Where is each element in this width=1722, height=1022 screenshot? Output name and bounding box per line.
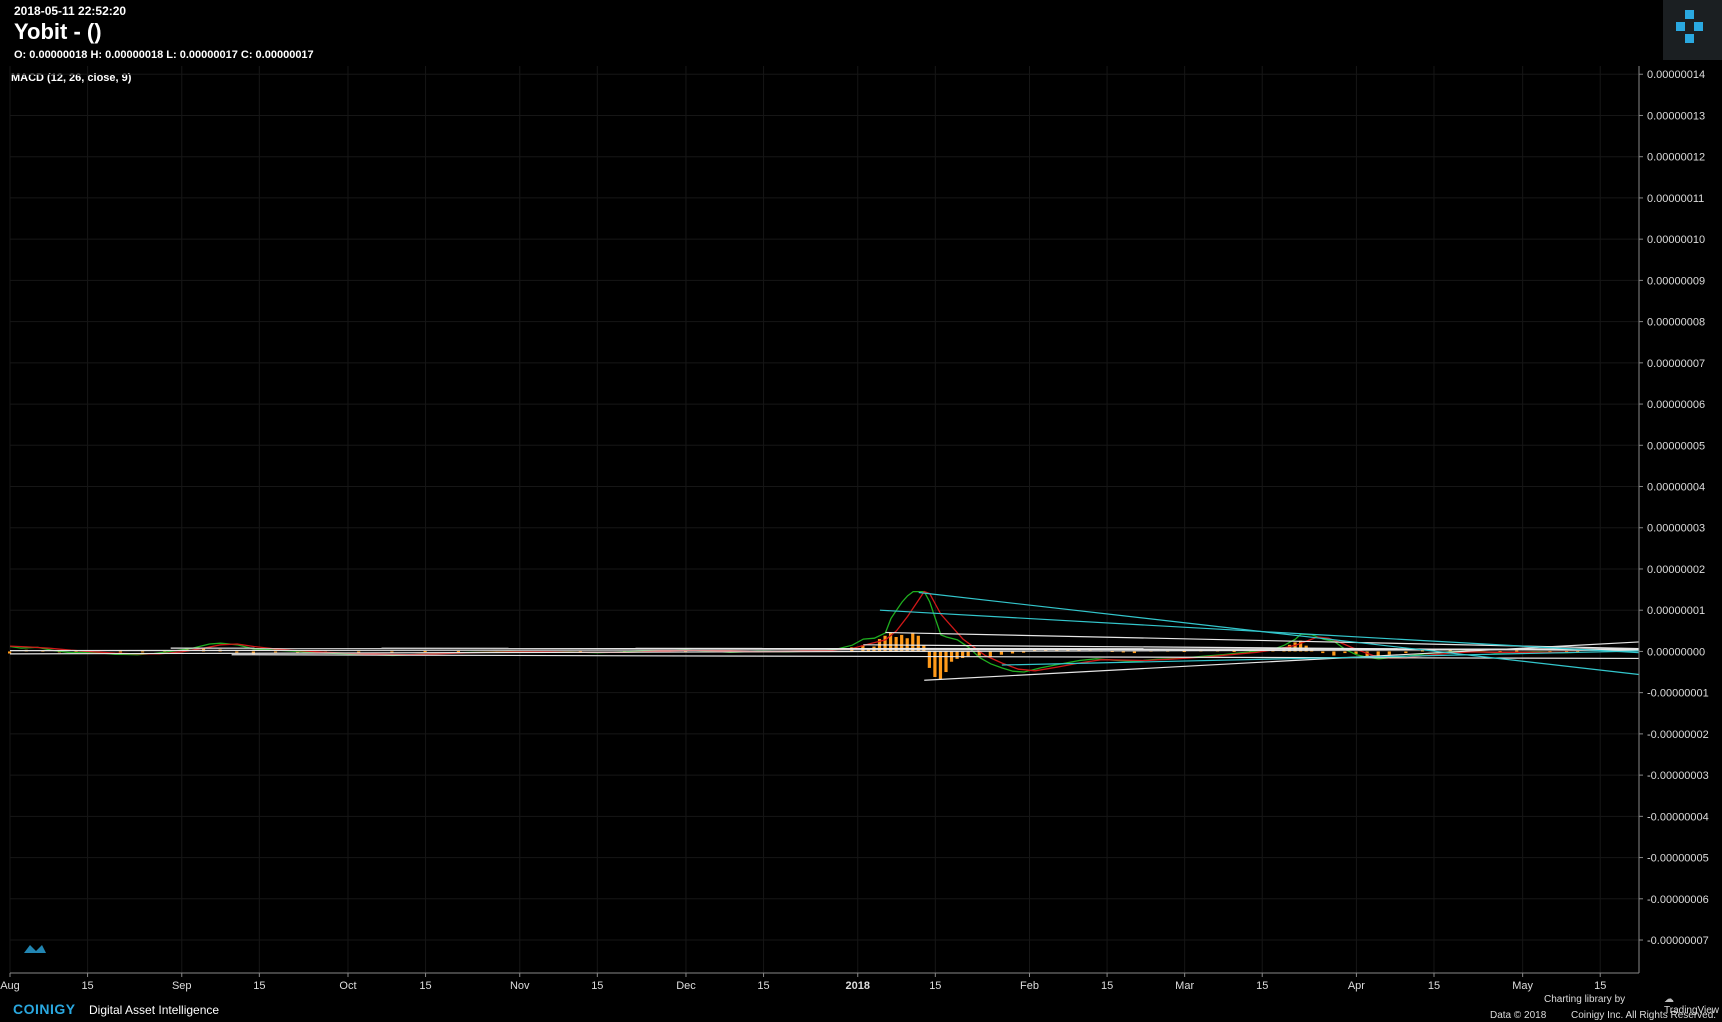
signal-line <box>9 590 1579 672</box>
trendline <box>918 591 1640 676</box>
chart-grid <box>9 66 1639 973</box>
histogram-bar <box>456 651 461 653</box>
y-tick-label: 0.00000006 <box>1647 399 1705 411</box>
histogram-bar <box>927 651 931 668</box>
x-tick-label: 15 <box>929 980 941 992</box>
y-tick-label: -0.00000003 <box>1647 770 1709 782</box>
y-tick-label: 0.00000010 <box>1647 234 1705 246</box>
y-tick-label: -0.00000001 <box>1647 688 1709 700</box>
x-tick-label: May <box>1512 980 1533 992</box>
x-tick-label: 15 <box>591 980 603 992</box>
y-tick-label: 0.00000009 <box>1647 275 1705 287</box>
y-tick-label: 0.00000001 <box>1647 605 1705 617</box>
y-tick-label: 0.00000004 <box>1647 482 1705 494</box>
tagline: Digital Asset Intelligence <box>89 1003 220 1017</box>
x-tick-label: 2018 <box>846 980 870 992</box>
histogram-bar <box>988 651 992 657</box>
histogram-bar <box>1404 651 1408 654</box>
x-tick-label: Dec <box>676 980 696 992</box>
x-tick-label: 15 <box>1594 980 1606 992</box>
histogram-bar <box>1132 651 1136 654</box>
tradingview-watermark-icon <box>24 945 46 953</box>
series-lines <box>9 590 1579 673</box>
histogram-bar <box>1387 651 1391 655</box>
x-tick-label: 15 <box>81 980 93 992</box>
y-tick-label: -0.00000006 <box>1647 894 1709 906</box>
histogram-bar <box>1343 651 1347 654</box>
x-tick-label: 15 <box>757 980 769 992</box>
y-tick-label: -0.00000002 <box>1647 729 1709 741</box>
x-tick-label: 15 <box>253 980 265 992</box>
y-tick-label: 0.00000000 <box>1647 646 1705 658</box>
y-tick-label: 0.00000005 <box>1647 440 1705 452</box>
coinigy-brand[interactable]: COINIGY <box>13 1001 76 1017</box>
x-axis: Aug 15 Sep 15 Oct 15 Nov 15 Dec 15 2018 15 Feb 15 Mar 1… <box>0 973 1606 992</box>
histogram-bar <box>1321 651 1325 654</box>
x-tick-label: 15 <box>1256 980 1268 992</box>
y-axis: 0.00000014 0.00000013 0.00000012 0.00000011… <box>1639 69 1709 947</box>
histogram-bar <box>235 651 239 653</box>
x-tick-label: Oct <box>339 980 356 992</box>
histogram-bar <box>1121 651 1125 653</box>
y-tick-label: -0.00000004 <box>1647 811 1709 823</box>
y-tick-label: 0.00000007 <box>1647 358 1705 370</box>
data-copyright: Data © 2018 <box>1490 1010 1547 1021</box>
histogram-bar <box>944 651 948 673</box>
histogram-bar <box>1010 651 1015 654</box>
histogram-bar <box>118 651 123 653</box>
y-tick-label: 0.00000003 <box>1647 523 1705 535</box>
y-tick-label: 0.00000013 <box>1647 110 1705 122</box>
y-tick-label: 0.00000012 <box>1647 152 1705 164</box>
histogram-bar <box>1232 651 1236 653</box>
histogram-bar <box>933 651 937 677</box>
x-tick-label: 15 <box>1101 980 1113 992</box>
histogram-bar <box>1515 650 1519 652</box>
x-tick-label: Sep <box>172 980 192 992</box>
histogram-bar <box>423 651 427 653</box>
x-tick-label: Apr <box>1348 980 1365 992</box>
tradingview-cloud-icon: ☁ <box>1664 994 1674 1005</box>
x-tick-label: 15 <box>1428 980 1440 992</box>
y-tick-label: 0.00000008 <box>1647 317 1705 329</box>
trendlines <box>9 591 1640 681</box>
histogram-bar <box>273 651 278 653</box>
y-tick-label: -0.00000007 <box>1647 935 1709 947</box>
histogram-bar <box>966 651 970 657</box>
macd-line <box>9 590 1579 673</box>
x-tick-label: Feb <box>1020 980 1039 992</box>
y-tick-label: 0.00000014 <box>1647 69 1705 81</box>
y-tick-label: -0.00000005 <box>1647 853 1709 865</box>
histogram-bar <box>357 651 361 653</box>
histogram-bar <box>140 651 145 653</box>
copyright: Coinigy Inc. All Rights Reserved. <box>1571 1010 1717 1021</box>
macd-chart[interactable]: 0.00000014 0.00000013 0.00000012 0.00000011… <box>0 0 1722 1022</box>
x-tick-label: Aug <box>0 980 20 992</box>
y-tick-label: 0.00000011 <box>1647 193 1704 205</box>
x-tick-label: Nov <box>510 980 530 992</box>
histogram-bar <box>1332 651 1336 656</box>
histogram-bar <box>938 651 943 680</box>
y-tick-label: 0.00000002 <box>1647 564 1705 576</box>
x-tick-label: Mar <box>1175 980 1194 992</box>
charting-library-credit: Charting library by <box>1544 994 1626 1005</box>
x-tick-label: 15 <box>419 980 431 992</box>
histogram-bar <box>999 651 1004 655</box>
histogram-bar <box>8 651 12 654</box>
histogram-bar <box>955 651 959 659</box>
